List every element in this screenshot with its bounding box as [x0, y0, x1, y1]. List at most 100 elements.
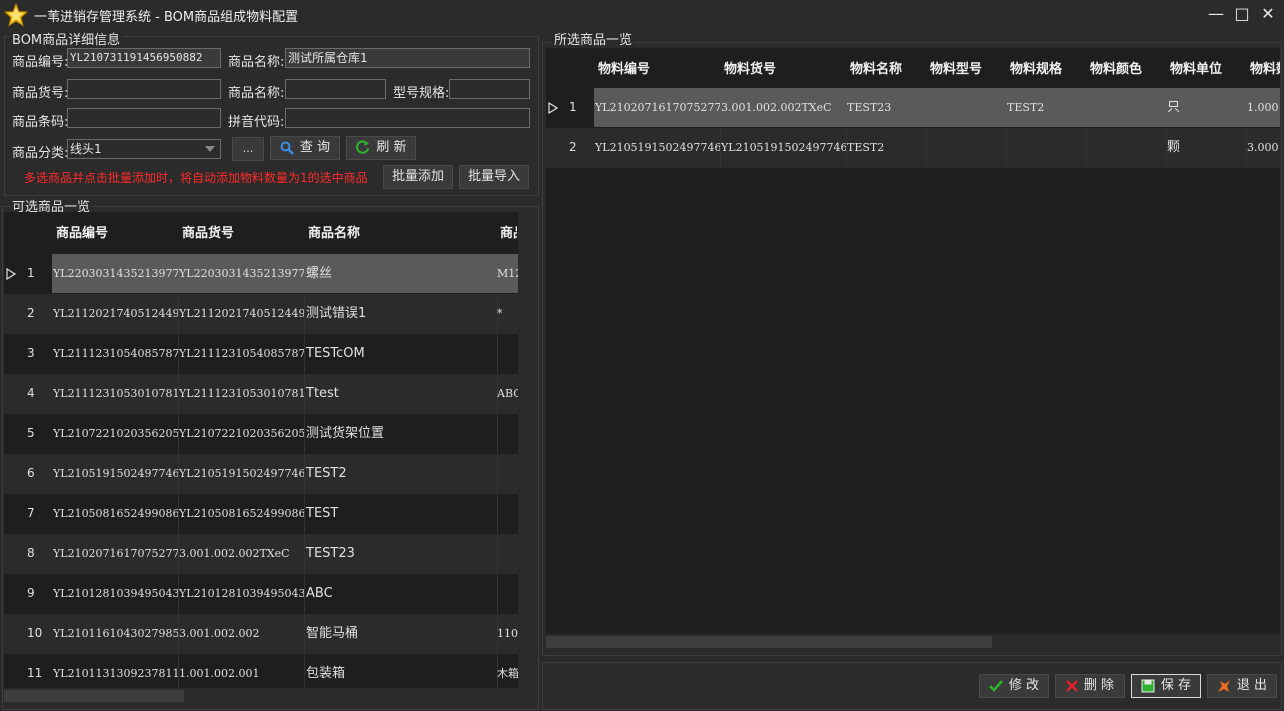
search-button[interactable]: 查 询 — [270, 136, 340, 160]
exit-button[interactable]: 退 出 — [1207, 674, 1277, 698]
table-row[interactable]: 9 YL210128103949504394YL21012810394950439… — [4, 574, 518, 614]
code-field[interactable]: YL210731191456950882 — [67, 48, 221, 68]
table-row[interactable]: 5 YL210722102035620517YL21072210203562051… — [4, 414, 518, 454]
available-col-extra[interactable]: 商品 — [500, 212, 517, 256]
cell-extra[interactable] — [496, 534, 519, 573]
cell-name[interactable]: TESTcOM — [304, 334, 498, 373]
cell-code[interactable]: YL210207161707527744 — [594, 88, 721, 127]
selected-horizontal-scrollbar[interactable] — [546, 634, 1280, 650]
cell-name[interactable]: TEST — [304, 494, 498, 533]
selected-col-name[interactable]: 物料名称 — [850, 48, 925, 92]
available-col-code[interactable]: 商品编号 — [56, 212, 176, 256]
cell-name[interactable]: Ttest — [304, 374, 498, 413]
cell-code[interactable]: YL210519150249774641 — [52, 454, 179, 493]
table-row[interactable]: 4 YL211123105301078189YL21112310530107818… — [4, 374, 519, 414]
cell-code[interactable]: YL211123105301078189 — [52, 374, 179, 413]
cell-extra[interactable] — [496, 454, 519, 493]
cell-extra[interactable] — [496, 414, 519, 453]
selected-col-color[interactable]: 物料颜色 — [1090, 48, 1165, 92]
delete-button[interactable]: 删 除 — [1055, 674, 1125, 698]
cell-model[interactable] — [926, 88, 1007, 127]
cell-name[interactable]: TEST23 — [846, 88, 927, 127]
selected-col-spec[interactable]: 物料规格 — [1010, 48, 1085, 92]
cell-code[interactable]: YL210508165249908642 — [52, 494, 179, 533]
table-row[interactable]: 10 YL2101161043027985273.001.002.002智能马桶1… — [4, 614, 518, 654]
cell-spec[interactable] — [1006, 128, 1087, 167]
chevron-down-icon[interactable] — [205, 146, 215, 152]
minimize-icon[interactable]: — — [1204, 3, 1228, 25]
selected-scrollbar-thumb[interactable] — [546, 636, 992, 648]
cell-extra[interactable] — [496, 574, 519, 613]
selected-col-code[interactable]: 物料编号 — [598, 48, 718, 92]
scrollbar-thumb[interactable] — [4, 690, 184, 702]
table-row[interactable]: 2 YL210519150249774641YL21051915024977464… — [546, 128, 1280, 168]
cell-extra[interactable]: ABC — [496, 374, 519, 413]
model-field[interactable] — [449, 79, 530, 99]
cell-unit[interactable]: 只 — [1166, 88, 1247, 127]
cell-sku[interactable]: YL210508165249908642 — [178, 494, 305, 533]
cell-spec[interactable]: TEST2 — [1006, 88, 1087, 127]
refresh-button[interactable]: 刷 新 — [346, 136, 416, 160]
cell-extra[interactable]: M12 — [496, 254, 519, 293]
cell-code[interactable]: YL210722102035620517 — [52, 414, 179, 453]
cell-qty[interactable]: 1.000 — [1246, 88, 1280, 127]
batch-import-button[interactable]: 批量导入 — [459, 165, 529, 189]
category-select[interactable]: 线头1 — [67, 139, 221, 159]
cell-unit[interactable]: 颗 — [1166, 128, 1247, 167]
cell-sku[interactable]: YL211123105408578783 — [178, 334, 305, 373]
cell-code[interactable]: YL210116104302798527 — [52, 614, 179, 653]
cell-sku[interactable]: YL211202174051244955 — [178, 294, 305, 333]
table-row[interactable]: 1 YL220303143521397786YL22030314352139778… — [4, 254, 519, 294]
save-button[interactable]: 保 存 — [1131, 674, 1201, 698]
cell-qty[interactable]: 3.000 — [1246, 128, 1280, 167]
cell-name[interactable]: TEST2 — [846, 128, 927, 167]
cell-sku[interactable]: YL220303143521397786 — [178, 254, 305, 293]
selected-col-qty[interactable]: 物料数 — [1250, 48, 1280, 92]
cell-sku[interactable]: YL210128103949504394 — [178, 574, 305, 613]
table-row[interactable]: 7 YL210508165249908642YL21050816524990864… — [4, 494, 518, 534]
close-icon[interactable]: ✕ — [1256, 3, 1280, 25]
cell-sku[interactable]: YL211123105301078189 — [178, 374, 305, 413]
cell-extra[interactable] — [496, 334, 519, 373]
ellipsis-button[interactable]: ... — [232, 137, 264, 161]
cell-name[interactable]: 智能马桶 — [304, 614, 498, 653]
cell-code[interactable]: YL210207161707527744 — [52, 534, 179, 573]
pinyin-field[interactable] — [285, 108, 530, 128]
edit-button[interactable]: 修 改 — [979, 674, 1049, 698]
cell-name[interactable]: ABC — [304, 574, 498, 613]
cell-model[interactable] — [926, 128, 1007, 167]
cell-sku[interactable]: 3.001.002.002TXeC — [720, 88, 847, 127]
cell-extra[interactable] — [496, 494, 519, 533]
available-col-sku[interactable]: 商品货号 — [182, 212, 302, 256]
batch-add-button[interactable]: 批量添加 — [383, 165, 453, 189]
cell-code[interactable]: YL210519150249774641 — [594, 128, 721, 167]
cell-extra[interactable]: * — [496, 294, 519, 333]
vertical-scrollbar[interactable] — [518, 212, 534, 704]
table-row[interactable]: 3 YL211123105408578783YL21112310540857878… — [4, 334, 518, 374]
cell-code[interactable]: YL220303143521397786 — [52, 254, 179, 293]
table-row[interactable]: 1YL2102071617075277443.001.002.002TXeCTE… — [546, 88, 1280, 128]
cell-name[interactable]: 螺丝 — [304, 254, 498, 293]
selected-col-model[interactable]: 物料型号 — [930, 48, 1005, 92]
cell-name[interactable]: TEST2 — [304, 454, 498, 493]
selected-col-sku[interactable]: 物料货号 — [724, 48, 844, 92]
name2-field[interactable] — [285, 79, 386, 99]
table-row[interactable]: 8 YL2102071617075277443.001.002.002TXeCTE… — [4, 534, 518, 574]
cell-color[interactable] — [1086, 128, 1167, 167]
sku-field[interactable] — [67, 79, 221, 99]
cell-extra[interactable]: 110 — [496, 614, 519, 653]
selected-col-unit[interactable]: 物料单位 — [1170, 48, 1245, 92]
available-col-name[interactable]: 商品名称 — [308, 212, 428, 256]
name-field[interactable]: 测试所属仓库1 — [285, 48, 530, 68]
cell-sku[interactable]: YL210519150249774641 — [720, 128, 847, 167]
cell-sku[interactable]: YL210519150249774641 — [178, 454, 305, 493]
cell-sku[interactable]: 3.001.002.002TXeC — [178, 534, 305, 573]
table-row[interactable]: 2 YL211202174051244955YL21120217405124495… — [4, 294, 518, 334]
cell-sku[interactable]: YL210722102035620517 — [178, 414, 305, 453]
cell-code[interactable]: YL210128103949504394 — [52, 574, 179, 613]
maximize-icon[interactable]: □ — [1230, 3, 1254, 25]
barcode-field[interactable] — [67, 108, 221, 128]
cell-code[interactable]: YL211202174051244955 — [52, 294, 179, 333]
cell-sku[interactable]: 3.001.002.002 — [178, 614, 305, 653]
cell-code[interactable]: YL211123105408578783 — [52, 334, 179, 373]
